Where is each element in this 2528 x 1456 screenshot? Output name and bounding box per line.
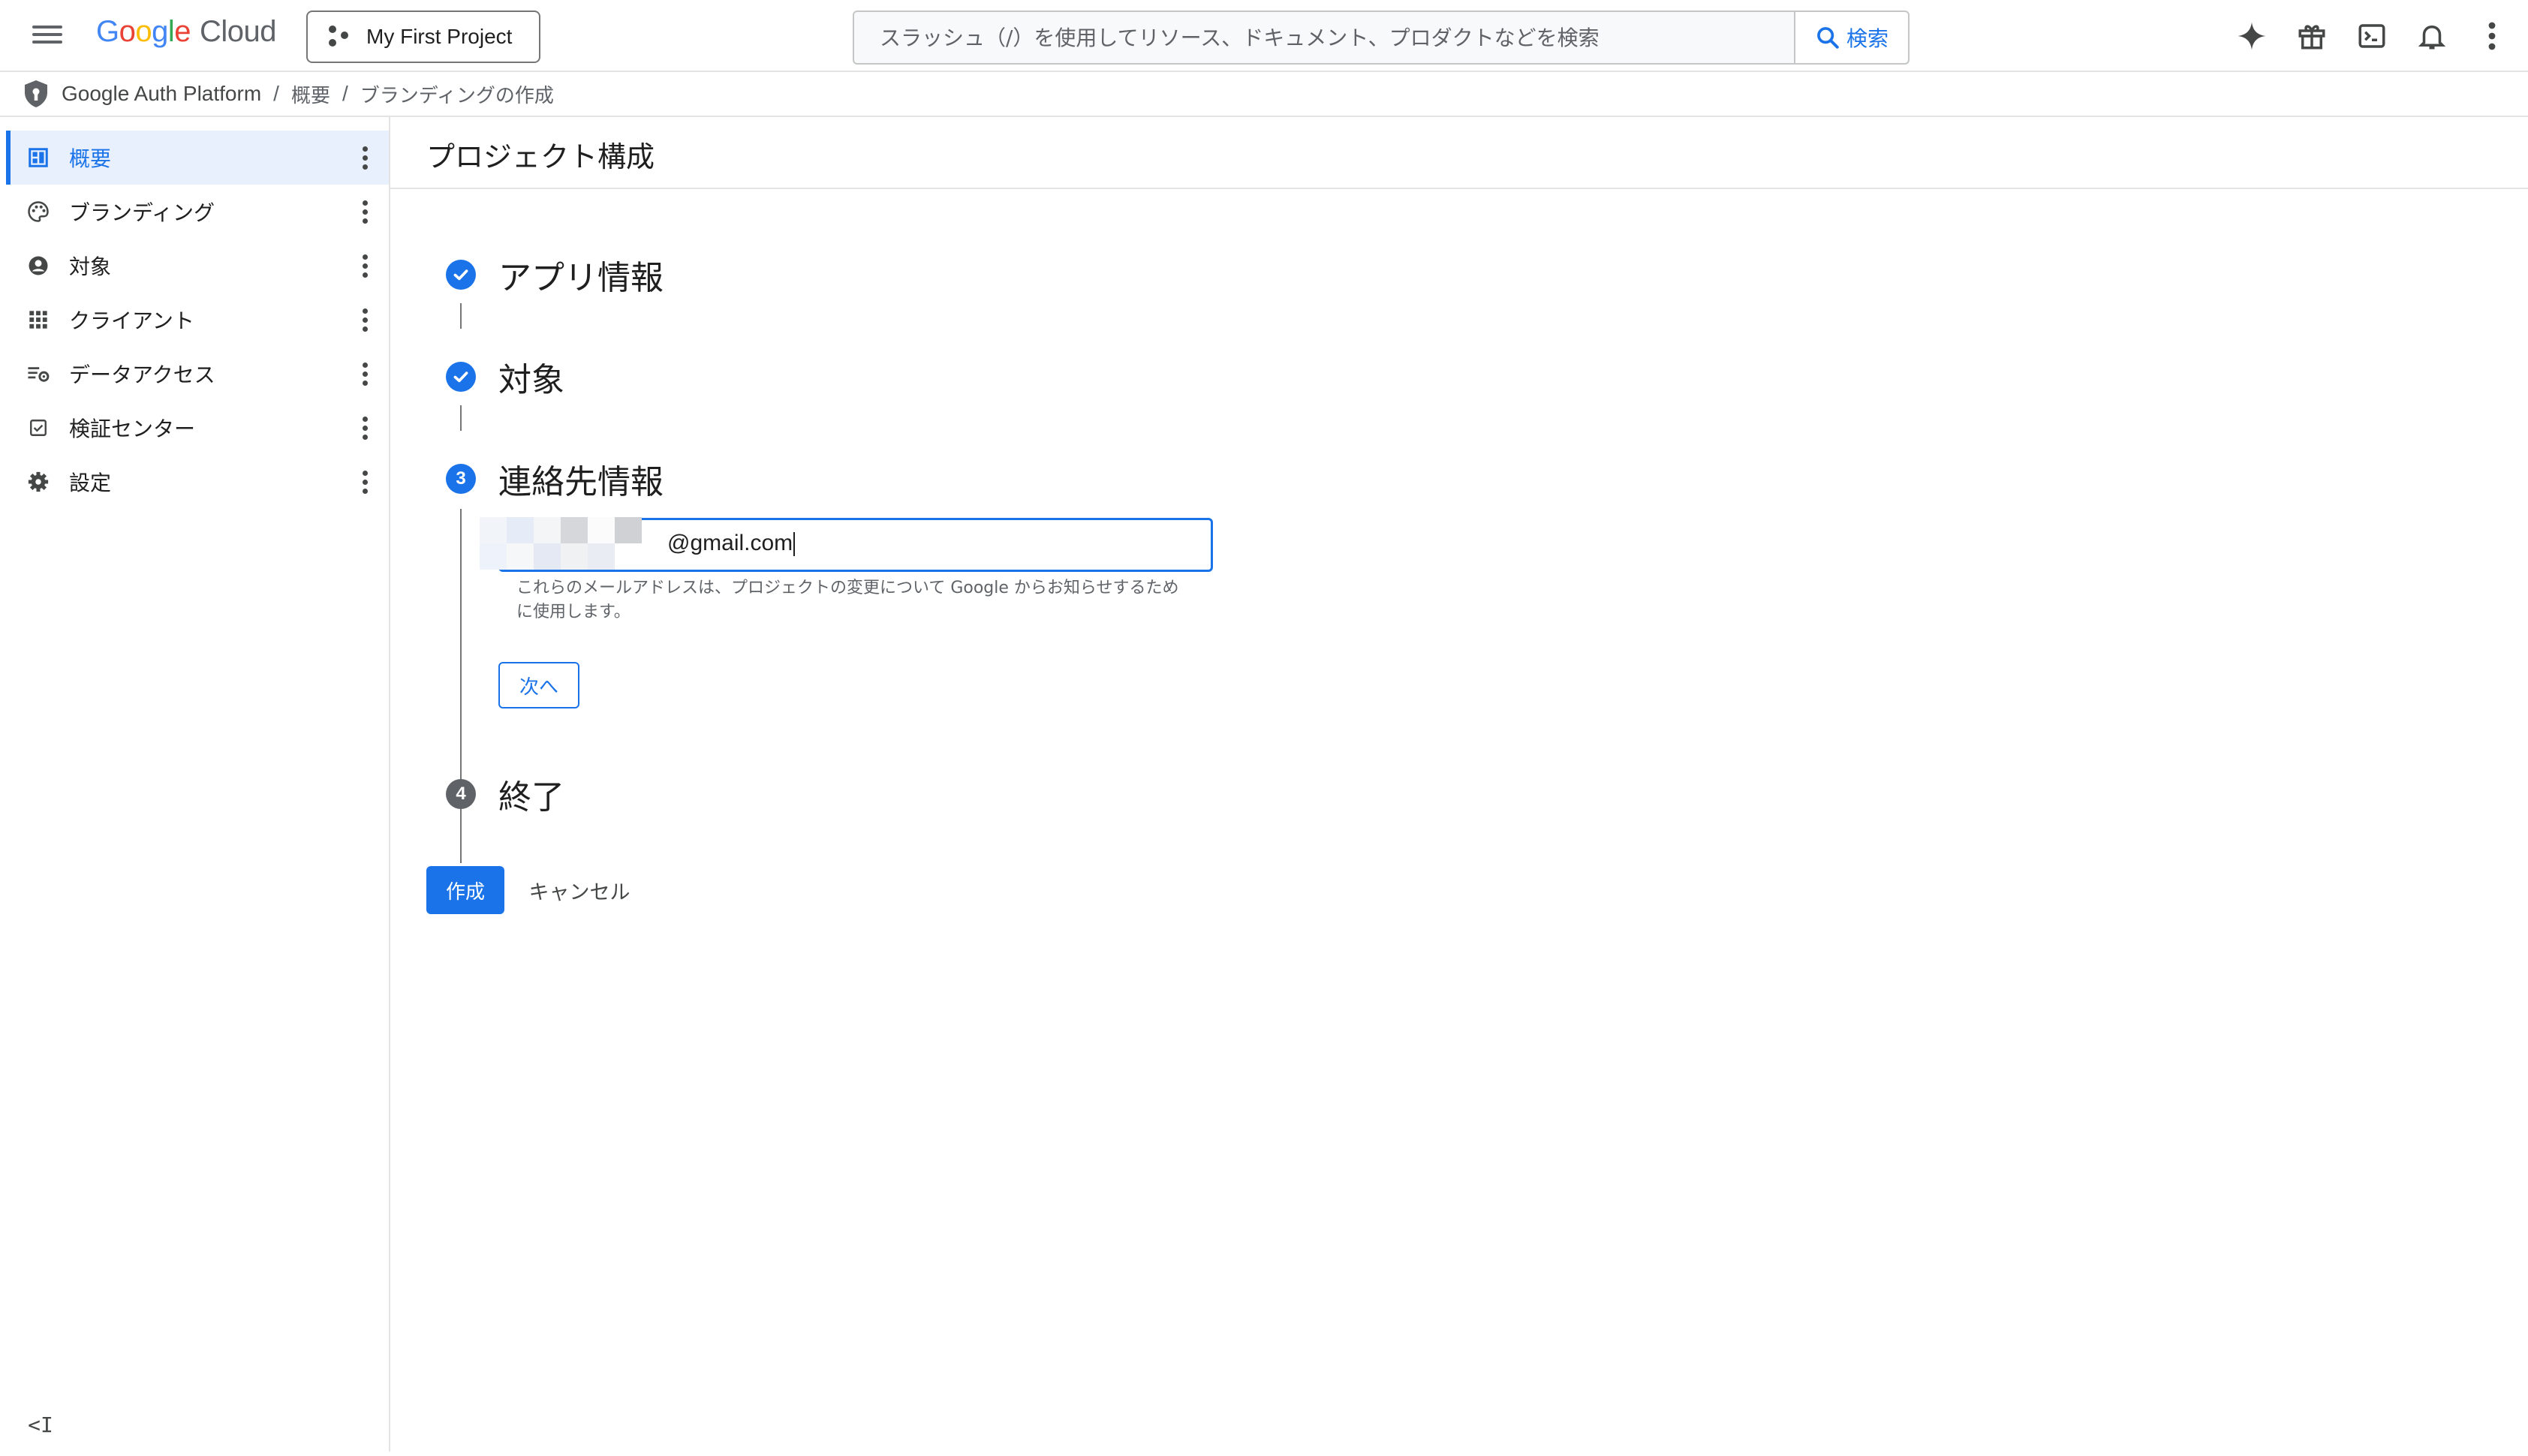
breadcrumb-auth-platform[interactable]: Google Auth Platform — [62, 82, 261, 106]
step-connector — [460, 405, 462, 431]
search-icon — [1817, 27, 1839, 49]
logo-cloud-text: Cloud — [200, 15, 277, 48]
palette-icon — [26, 199, 51, 224]
redacted-email-prefix — [480, 517, 642, 570]
sidebar-item-label: 対象 — [69, 254, 112, 279]
breadcrumb-separator: / — [273, 82, 279, 105]
more-vert-icon[interactable] — [357, 467, 372, 497]
sidebar-item-branding[interactable]: ブランディング — [6, 185, 389, 239]
email-helper-text: これらのメールアドレスは、プロジェクトの変更について Google からお知らせ… — [516, 579, 1179, 621]
cloud-shell-icon[interactable] — [2354, 18, 2390, 54]
data-access-icon — [26, 361, 51, 387]
sidebar-item-data-access[interactable]: データアクセス — [6, 347, 389, 401]
search-button[interactable]: 検索 — [1794, 12, 1908, 63]
search-bar: 検索 — [853, 11, 1910, 65]
shield-icon — [25, 80, 47, 107]
step-complete-check-icon — [446, 362, 476, 392]
sidebar-nav: 概要 ブランディング 対象 クライアント データアクセス 検証センター 設定 <… — [6, 117, 390, 1451]
project-nodes-icon — [329, 26, 351, 48]
more-vert-icon[interactable] — [357, 413, 372, 443]
sidebar-item-label: ブランディング — [69, 200, 215, 225]
sidebar-item-label: 概要 — [69, 146, 112, 171]
sidebar-item-label: 検証センター — [69, 417, 196, 441]
contact-email-field[interactable]: @gmail.com — [480, 517, 1213, 572]
sidebar-item-label: クライアント — [69, 308, 194, 333]
search-input[interactable] — [854, 12, 1794, 63]
email-input-value: @gmail.com — [667, 531, 796, 557]
breadcrumb: Google Auth Platform / 概要 / ブランディングの作成 — [0, 72, 2528, 117]
step-title-audience[interactable]: 対象 — [498, 353, 564, 401]
apps-grid-icon — [26, 307, 51, 332]
text-caret — [793, 532, 796, 557]
gemini-icon[interactable] — [2234, 18, 2270, 54]
sidebar-item-clients[interactable]: クライアント — [6, 293, 389, 347]
account-circle-icon — [26, 253, 51, 278]
top-app-bar: Google Cloud My First Project 検索 — [0, 0, 2528, 72]
sidebar-item-label: データアクセス — [69, 362, 215, 387]
main-menu-icon[interactable] — [29, 21, 66, 51]
sidebar-item-audience[interactable]: 対象 — [6, 239, 389, 293]
more-vert-icon[interactable] — [357, 197, 372, 227]
page-title: プロジェクト構成 — [426, 140, 655, 173]
step-connector — [460, 303, 462, 329]
settings-gear-icon — [26, 469, 51, 495]
project-picker-button[interactable]: My First Project — [306, 11, 540, 63]
main-content: プロジェクト構成 アプリ情報 対象 3 連絡先情報 @gmail.com これら… — [390, 117, 2528, 1456]
step-title-contact-info: 連絡先情報 — [498, 463, 664, 501]
page-header: プロジェクト構成 — [390, 117, 2528, 189]
more-vert-icon[interactable] — [357, 143, 372, 173]
step-title-app-info[interactable]: アプリ情報 — [498, 251, 664, 299]
next-button[interactable]: 次へ — [498, 662, 579, 708]
project-name: My First Project — [366, 25, 513, 48]
cancel-button[interactable]: キャンセル — [519, 866, 640, 914]
sidebar-item-label: 設定 — [69, 471, 112, 495]
collapse-sidebar-icon[interactable]: <I — [26, 1409, 56, 1439]
gift-icon[interactable] — [2294, 18, 2330, 54]
step-title-finish: 終了 — [498, 778, 564, 817]
step-number-badge: 4 — [446, 779, 476, 809]
sidebar-item-overview[interactable]: 概要 — [6, 131, 389, 185]
verification-icon — [26, 415, 51, 441]
more-vert-icon[interactable] — [357, 359, 372, 389]
email-domain-text: @gmail.com — [667, 531, 793, 555]
sidebar-item-verification-center[interactable]: 検証センター — [6, 401, 389, 455]
dashboard-icon — [26, 145, 51, 170]
breadcrumb-current-page: ブランディングの作成 — [360, 84, 554, 107]
search-button-label: 検索 — [1846, 26, 1888, 51]
google-cloud-logo[interactable]: Google Cloud — [96, 15, 277, 57]
breadcrumb-separator: / — [342, 82, 348, 105]
more-vert-icon[interactable] — [357, 251, 372, 281]
step-complete-check-icon — [446, 260, 476, 290]
sidebar-item-settings[interactable]: 設定 — [6, 455, 389, 509]
more-vert-icon[interactable] — [357, 305, 372, 335]
breadcrumb-overview[interactable]: 概要 — [291, 80, 330, 108]
more-vert-icon[interactable] — [2474, 18, 2510, 54]
notifications-icon[interactable] — [2414, 18, 2450, 54]
step-number-badge: 3 — [446, 464, 476, 494]
create-button[interactable]: 作成 — [426, 866, 504, 914]
step-connector — [460, 509, 462, 863]
